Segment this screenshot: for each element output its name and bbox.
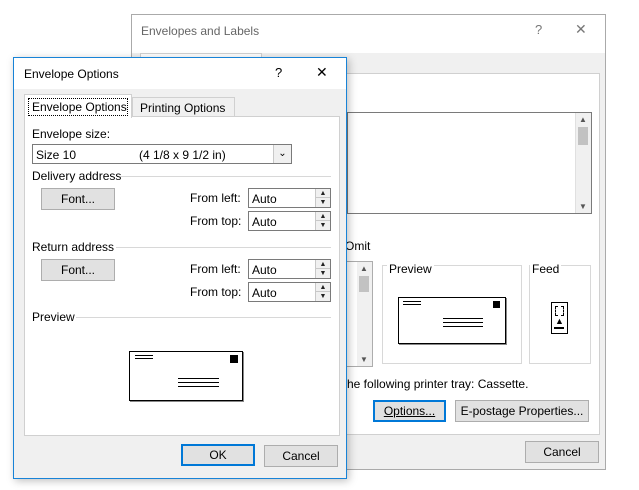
return-from-top-input[interactable]: Auto ▲ ▼ — [248, 282, 331, 302]
dialog-title: Envelope Options — [24, 67, 119, 81]
bg-help-icon[interactable]: ? — [535, 22, 542, 37]
return-from-left-value: Auto — [252, 263, 277, 277]
delivery-from-top-label: From top: — [190, 214, 242, 228]
delivery-font-button-label: Font... — [60, 192, 95, 206]
bg-cancel-button[interactable]: Cancel — [525, 441, 599, 463]
tab-printing-options[interactable]: Printing Options — [132, 97, 235, 117]
return-from-top-value: Auto — [252, 286, 277, 300]
delivery-address-divider — [120, 176, 331, 177]
spin-up-icon[interactable]: ▲ — [316, 283, 330, 292]
spin-up-icon[interactable]: ▲ — [316, 212, 330, 221]
bg-feed-label: Feed — [530, 262, 562, 276]
cancel-button-label: Cancel — [282, 449, 320, 463]
spin-up-icon[interactable]: ▲ — [316, 189, 330, 198]
bg-preview-label: Preview — [387, 262, 434, 276]
spin-down-icon[interactable]: ▼ — [316, 269, 330, 278]
spin-up-icon[interactable]: ▲ — [316, 260, 330, 269]
envelope-size-value: Size 10 — [36, 148, 77, 162]
tab-envelope-options-label: Envelope Options — [32, 100, 127, 114]
bg-feed-box[interactable]: Feed ▲ — [529, 262, 591, 364]
bg-address-textarea[interactable]: ▲ ▼ — [347, 112, 592, 214]
envelope-size-dims: (4 1/8 x 9 1/2 in) — [139, 148, 226, 162]
return-from-top-spinner[interactable]: ▲ ▼ — [315, 283, 330, 301]
cancel-button[interactable]: Cancel — [264, 445, 338, 467]
bg-list-box[interactable]: ▲ ▼ — [347, 261, 373, 367]
chevron-down-icon[interactable]: ⌄ — [273, 145, 291, 163]
help-icon[interactable]: ? — [275, 65, 282, 80]
bg-options-button[interactable]: Options... — [373, 400, 446, 422]
envelope-options-dialog: Envelope Options ? ✕ Envelope Options Pr… — [13, 57, 347, 479]
preview-label: Preview — [32, 310, 75, 324]
bg-envelope-preview — [398, 297, 506, 344]
scroll-up-icon[interactable]: ▲ — [579, 115, 587, 124]
scroll-down-icon[interactable]: ▼ — [360, 355, 368, 364]
stamp-icon — [230, 355, 238, 363]
tab-envelope-options[interactable]: Envelope Options — [24, 94, 132, 118]
delivery-from-left-spinner[interactable]: ▲ ▼ — [315, 189, 330, 207]
ok-button-label: OK — [209, 448, 227, 462]
bg-cancel-button-label: Cancel — [543, 445, 581, 459]
delivery-font-button[interactable]: Font... — [41, 188, 115, 210]
feed-icon: ▲ — [551, 302, 568, 334]
return-font-button[interactable]: Font... — [41, 259, 115, 281]
bg-preview-box[interactable]: Preview — [382, 262, 522, 364]
preview-divider — [76, 317, 331, 318]
bg-list-scrollbar[interactable]: ▲ ▼ — [357, 262, 372, 366]
delivery-address-label: Delivery address — [32, 169, 122, 183]
return-from-left-label: From left: — [190, 262, 241, 276]
bg-epostage-button-label: E-postage Properties... — [460, 404, 584, 418]
return-from-top-label: From top: — [190, 285, 242, 299]
delivery-from-top-value: Auto — [252, 215, 277, 229]
delivery-from-top-input[interactable]: Auto ▲ ▼ — [248, 211, 331, 231]
bg-dialog-title: Envelopes and Labels — [141, 24, 260, 38]
spin-down-icon[interactable]: ▼ — [316, 292, 330, 301]
scroll-up-icon[interactable]: ▲ — [360, 264, 368, 273]
stamp-icon — [493, 301, 500, 308]
bg-epostage-button[interactable]: E-postage Properties... — [455, 400, 589, 422]
return-address-divider — [116, 247, 331, 248]
envelope-preview — [129, 351, 243, 401]
return-from-left-spinner[interactable]: ▲ ▼ — [315, 260, 330, 278]
delivery-from-left-value: Auto — [252, 192, 277, 206]
envelope-size-label: Envelope size: — [32, 127, 111, 141]
envelope-size-select[interactable]: Size 10 (4 1/8 x 9 1/2 in) ⌄ — [32, 144, 292, 164]
delivery-from-left-label: From left: — [190, 191, 241, 205]
scroll-down-icon[interactable]: ▼ — [579, 202, 587, 211]
bg-options-button-label: Options... — [383, 404, 436, 418]
delivery-from-top-spinner[interactable]: ▲ ▼ — [315, 212, 330, 230]
scroll-thumb[interactable] — [359, 276, 369, 292]
bg-address-scrollbar[interactable]: ▲ ▼ — [575, 113, 591, 213]
bg-printer-tray-text: he following printer tray: Cassette. — [347, 377, 529, 391]
return-from-left-input[interactable]: Auto ▲ ▼ — [248, 259, 331, 279]
ok-button[interactable]: OK — [181, 444, 255, 466]
bg-omit-label[interactable]: Omit — [345, 239, 370, 253]
bg-close-icon[interactable]: ✕ — [575, 21, 587, 38]
return-address-label: Return address — [32, 240, 115, 254]
spin-down-icon[interactable]: ▼ — [316, 221, 330, 230]
return-font-button-label: Font... — [60, 263, 95, 277]
scroll-thumb[interactable] — [578, 127, 588, 145]
delivery-from-left-input[interactable]: Auto ▲ ▼ — [248, 188, 331, 208]
tab-printing-options-label: Printing Options — [140, 101, 226, 115]
close-icon[interactable]: ✕ — [316, 64, 328, 81]
spin-down-icon[interactable]: ▼ — [316, 198, 330, 207]
